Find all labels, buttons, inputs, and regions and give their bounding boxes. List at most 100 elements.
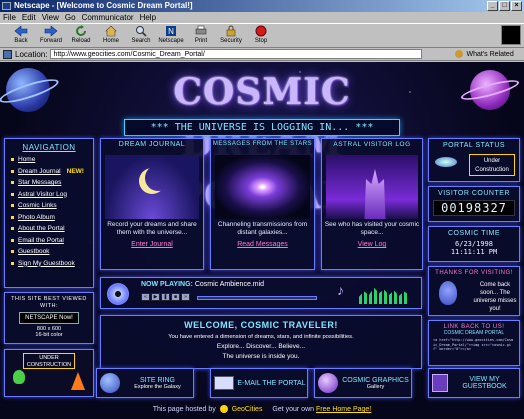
site-ring-button[interactable]: SITE RING Explore the Galaxy [96, 368, 194, 398]
maximize-button[interactable]: □ [499, 1, 510, 11]
email-portal-button[interactable]: E-MAIL THE PORTAL [210, 368, 308, 398]
alien-icon [13, 370, 25, 384]
new-badge: NEW! [66, 167, 84, 175]
nav-link-guestbook[interactable]: Guestbook [11, 246, 87, 258]
menu-go[interactable]: Go [65, 12, 76, 23]
nav-link-cosmic-links[interactable]: Cosmic Links [11, 200, 87, 212]
forward-arrow-icon [44, 25, 58, 37]
book-icon [432, 374, 448, 392]
back-button[interactable]: Back [6, 24, 36, 47]
now-playing-track: Cosmic Ambience.mid [194, 281, 265, 288]
nav-link-sign-guestbook[interactable]: Sign My Guestbook [11, 258, 87, 270]
location-bar: Location: http://www.geocities.com/Cosmi… [0, 48, 524, 61]
visitor-counter-heading: VISITOR COUNTER [438, 190, 510, 197]
netscape-now-badge[interactable]: NETSCAPE Now! [19, 312, 79, 324]
ringed-planet-icon [100, 373, 120, 393]
star-messages-heading: MESSAGES FROM THE STARS [212, 141, 313, 147]
view-guestbook-button[interactable]: VIEW MY GUESTBOOK [428, 368, 520, 398]
welcome-line-2: Explore... Discover... Believe... [216, 343, 306, 350]
view-guestbook-title: VIEW MY GUESTBOOK [462, 376, 507, 390]
nav-link-photo-album[interactable]: Photo Album [11, 212, 87, 224]
visitor-log-card: ASTRAL VISITOR LOG See who has visited y… [321, 138, 423, 270]
equalizer-icon [359, 287, 409, 304]
menu-view[interactable]: View [42, 12, 59, 23]
menu-communicator[interactable]: Communicator [82, 12, 134, 23]
visitor-counter-panel: VISITOR COUNTER 00198327 [428, 186, 520, 222]
reload-button[interactable]: Reload [66, 24, 96, 47]
dream-journal-card: DREAM JOURNAL Record your dreams and sha… [100, 138, 204, 270]
best-viewed-panel: THIS SITE BEST VIEWED WITH: NETSCAPE Now… [4, 292, 94, 344]
welcome-panel: WELCOME, COSMIC TRAVELER! You have enter… [100, 315, 422, 369]
site-ring-sub: Explore the Galaxy [134, 383, 181, 390]
nav-link-about[interactable]: About the Portal [11, 223, 87, 235]
now-playing-label: NOW PLAYING: [141, 281, 193, 288]
site-title: COSMIC DREAM PORTAL [173, 71, 351, 217]
nav-link-dream-journal-label[interactable]: Dream Journal [18, 168, 61, 175]
ufo-icon [435, 157, 457, 167]
dream-journal-desc: Record your dreams and share them with t… [107, 221, 197, 236]
netscape-button[interactable]: N Netscape [156, 24, 186, 47]
stop-icon [255, 25, 267, 37]
rewind-button[interactable]: « [141, 293, 150, 301]
star-messages-card: MESSAGES FROM THE STARS Channeling trans… [210, 138, 315, 270]
enter-journal-link[interactable]: Enter Journal [101, 241, 203, 248]
footer-host[interactable]: GeoCities [232, 406, 263, 413]
best-viewed-heading: THIS SITE BEST VIEWED WITH: [11, 296, 87, 309]
progress-track[interactable] [197, 296, 317, 300]
visitor-counter-value: 00198327 [433, 200, 515, 216]
location-url-input[interactable]: http://www.geocities.com/Cosmic_Dream_Po… [50, 49, 423, 59]
traffic-cone-icon [71, 372, 85, 390]
bookmarks-icon[interactable] [3, 49, 12, 59]
close-button[interactable]: × [511, 1, 522, 11]
security-button[interactable]: Security [216, 24, 246, 47]
search-button[interactable]: Search [126, 24, 156, 47]
link-back-code[interactable]: <a href="http://www.geocities.com/Cosmic… [433, 338, 515, 358]
cosmic-time-date: 6/23/1998 [455, 240, 493, 248]
menu-edit[interactable]: Edit [22, 12, 36, 23]
thanks-heading: THANKS FOR VISITING! [435, 270, 513, 276]
forward-player-button[interactable]: » [181, 293, 190, 301]
best-viewed-color: 16-bit color [35, 332, 63, 338]
alien-head-icon [439, 281, 457, 305]
nav-link-star-messages[interactable]: Star Messages [11, 177, 87, 189]
stop-button[interactable]: Stop [246, 24, 276, 47]
menu-file[interactable]: File [3, 12, 16, 23]
forward-button[interactable]: Forward [36, 24, 66, 47]
read-messages-link[interactable]: Read Messages [211, 241, 314, 248]
midi-player-panel: NOW PLAYING: Cosmic Ambience.mid « ▶ ❚ ■… [100, 277, 422, 309]
view-log-link[interactable]: View Log [322, 241, 422, 248]
back-arrow-icon [14, 25, 28, 37]
nav-link-dream-journal[interactable]: Dream Journal NEW! [11, 166, 87, 178]
cosmic-time-clock: 11:11:11 PM [450, 248, 498, 256]
netscape-app-icon [2, 2, 11, 10]
cd-icon [107, 283, 129, 305]
play-button[interactable]: ▶ [151, 293, 160, 301]
nav-link-home[interactable]: Home [11, 154, 87, 166]
home-button[interactable]: Home [96, 24, 126, 47]
nav-link-astral-visitor-log[interactable]: Astral Visitor Log [11, 189, 87, 201]
nav-link-email[interactable]: Email the Portal [11, 235, 87, 247]
menu-bar: File Edit View Go Communicator Help [0, 12, 524, 23]
link-back-heading: LINK BACK TO US! [443, 324, 505, 330]
footer-middle: Get your own [272, 406, 315, 413]
svg-text:N: N [168, 27, 174, 36]
cosmic-time-panel: COSMIC TIME 6/23/1998 11:11:11 PM [428, 226, 520, 262]
navigation-toolbar: Back Forward Reload Home Search N Netscap… [0, 23, 524, 48]
minimize-button[interactable]: _ [487, 1, 498, 11]
thanks-body: Come back soon... The universe misses yo… [473, 282, 517, 312]
footer-prefix: This page hosted by [152, 406, 216, 413]
cosmic-graphics-button[interactable]: COSMIC GRAPHICS Gallery [314, 368, 412, 398]
reload-icon [76, 25, 86, 36]
whats-related-button[interactable]: What's Related [466, 51, 513, 58]
lock-icon [226, 25, 236, 37]
navigation-heading: NAVIGATION [22, 143, 76, 152]
navigation-panel: NAVIGATION Home Dream Journal NEW! Star M… [4, 138, 94, 288]
pause-button[interactable]: ❚ [161, 293, 170, 301]
related-icon[interactable] [455, 50, 464, 58]
under-construction-panel: UNDER CONSTRUCTION [4, 349, 94, 397]
stop-player-button[interactable]: ■ [171, 293, 180, 301]
cosmic-time-heading: COSMIC TIME [447, 230, 501, 237]
free-home-page-link[interactable]: Free Home Page! [316, 406, 371, 413]
menu-help[interactable]: Help [140, 12, 156, 23]
print-button[interactable]: Print [186, 24, 216, 47]
